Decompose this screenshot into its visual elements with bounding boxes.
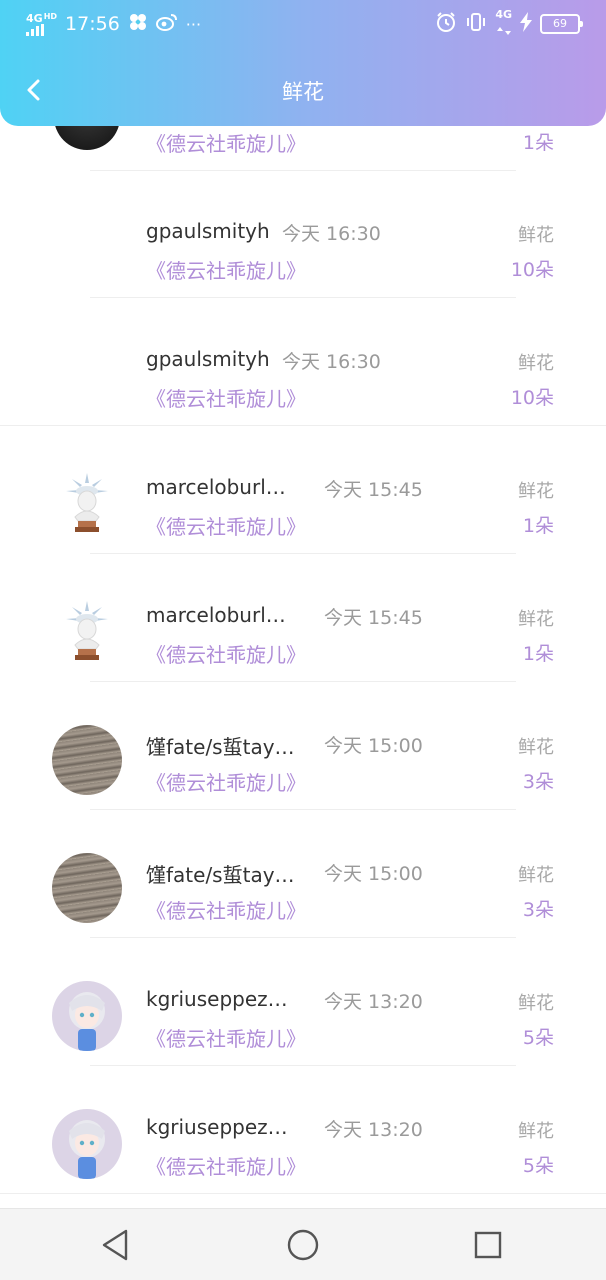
book-title[interactable]: 《德云社乖旋儿》 [146,128,306,157]
anime-girl-avatar[interactable] [52,1109,122,1179]
weibo-icon [155,13,178,35]
home-circle-icon [287,1229,319,1261]
page-title: 鲜花 [282,80,324,104]
book-title[interactable]: 《德云社乖旋儿》 [146,383,306,412]
nav-home-button[interactable] [285,1227,321,1263]
timestamp: 今天 13:20 [324,991,423,1013]
user-name[interactable]: marceloburlq… [146,475,298,499]
statue-of-liberty-avatar[interactable] [52,469,122,539]
network-hd-label: HD [43,11,58,21]
gift-type: 鲜花 [518,1121,554,1142]
list-item[interactable]: marceloburlq… 今天 15:45 《德云社乖旋儿》 鲜花 1朵 [0,427,606,554]
list-item[interactable]: kgriuseppeza… 今天 13:20 《德云社乖旋儿》 鲜花 5朵 [0,1067,606,1194]
gift-count: 1朵 [522,515,554,537]
timestamp: 今天 15:45 [324,479,423,501]
gift-count: 10朵 [510,259,554,281]
list-item[interactable]: gpaulsmityh 今天 16:30 《德云社乖旋儿》 鲜花 10朵 [0,171,606,298]
cellular-signal-icon: 4G HD [26,11,58,36]
anime-girl-avatar[interactable] [52,981,122,1051]
status-bar-right: 4G 69 [435,9,583,39]
list-item[interactable]: 馑fate/s蜇tay… 今天 15:00 《德云社乖旋儿》 鲜花 3朵 [0,811,606,938]
user-name[interactable]: gpaulsmityh [146,347,270,371]
status-bar: 4G HD 17:56 ··· 4G 69 [0,0,606,48]
divider [90,1065,516,1066]
user-name[interactable]: 馑fate/s蜇tay… [146,731,295,760]
system-navigation-bar [0,1208,606,1280]
nav-recents-button[interactable] [470,1227,506,1263]
divider [90,937,516,938]
gift-count: 10朵 [510,387,554,409]
gift-count: 5朵 [522,1155,554,1177]
gift-count: 1朵 [522,643,554,665]
network-type-right: 4G [495,8,512,21]
gift-type: 鲜花 [518,865,554,886]
vibrate-icon [465,11,487,37]
gift-type: 鲜花 [518,609,554,630]
divider [90,681,516,682]
book-title[interactable]: 《德云社乖旋儿》 [146,639,306,668]
book-title[interactable]: 《德云社乖旋儿》 [146,1151,306,1180]
user-name[interactable]: marceloburlq… [146,603,298,627]
more-notifications: ··· [185,14,202,34]
clock: 17:56 [65,13,120,35]
book-title[interactable]: 《德云社乖旋儿》 [146,1023,306,1052]
user-name[interactable]: 馑fate/s蜇tay… [146,859,295,888]
back-triangle-icon [102,1229,128,1261]
gift-type: 鲜花 [518,481,554,502]
timestamp: 今天 15:00 [324,735,423,757]
gift-count: 3朵 [522,771,554,793]
battery-indicator: 69 [540,14,583,34]
status-bar-left: 4G HD 17:56 ··· [26,10,201,38]
list-item[interactable]: gpaulsmityh 今天 16:30 《德云社乖旋儿》 鲜花 10朵 [0,299,606,426]
pinwheel-icon [128,12,148,36]
charging-bolt-icon [520,12,532,36]
user-name[interactable]: kgriuseppeza… [146,1115,298,1139]
data-activity-icon [496,20,511,39]
handwriting-photo-avatar[interactable] [52,725,122,795]
book-title[interactable]: 《德云社乖旋儿》 [146,511,306,540]
divider [90,297,516,298]
screen: 《德云社乖旋儿》 1朵 gpaulsmityh 今天 16:30 《德云社乖旋儿… [0,0,606,1280]
alarm-icon [435,11,457,37]
divider [0,1193,606,1194]
timestamp: 今天 15:00 [324,863,423,885]
user-name[interactable]: kgriuseppeza… [146,987,298,1011]
divider [90,809,516,810]
gift-type: 鲜花 [518,993,554,1014]
statue-of-liberty-avatar[interactable] [52,597,122,667]
app-header: 4G HD 17:56 ··· 4G 69 鲜花 [0,0,606,126]
timestamp: 今天 16:30 [282,223,381,245]
network-type: 4G [26,11,43,25]
gift-count: 5朵 [522,1027,554,1049]
gift-count: 3朵 [522,899,554,921]
timestamp: 今天 16:30 [282,351,381,373]
gift-count: 1朵 [522,132,554,154]
book-title[interactable]: 《德云社乖旋儿》 [146,895,306,924]
mobile-data-indicator: 4G [495,9,512,39]
user-name[interactable]: gpaulsmityh [146,219,270,243]
list-item[interactable]: 馑fate/s蜇tay… 今天 15:00 《德云社乖旋儿》 鲜花 3朵 [0,683,606,810]
list-item[interactable]: marceloburlq… 今天 15:45 《德云社乖旋儿》 鲜花 1朵 [0,555,606,682]
list-item[interactable]: kgriuseppeza… 今天 13:20 《德云社乖旋儿》 鲜花 5朵 [0,939,606,1066]
gift-type: 鲜花 [518,737,554,758]
timestamp: 今天 15:45 [324,607,423,629]
book-title[interactable]: 《德云社乖旋儿》 [146,767,306,796]
gift-type: 鲜花 [518,225,554,246]
handwriting-photo-avatar[interactable] [52,853,122,923]
nav-back-button[interactable] [98,1227,134,1263]
timestamp: 今天 13:20 [324,1119,423,1141]
book-title[interactable]: 《德云社乖旋儿》 [146,255,306,284]
gift-type: 鲜花 [518,353,554,374]
divider [0,425,606,426]
divider [90,553,516,554]
recents-square-icon [474,1231,502,1259]
